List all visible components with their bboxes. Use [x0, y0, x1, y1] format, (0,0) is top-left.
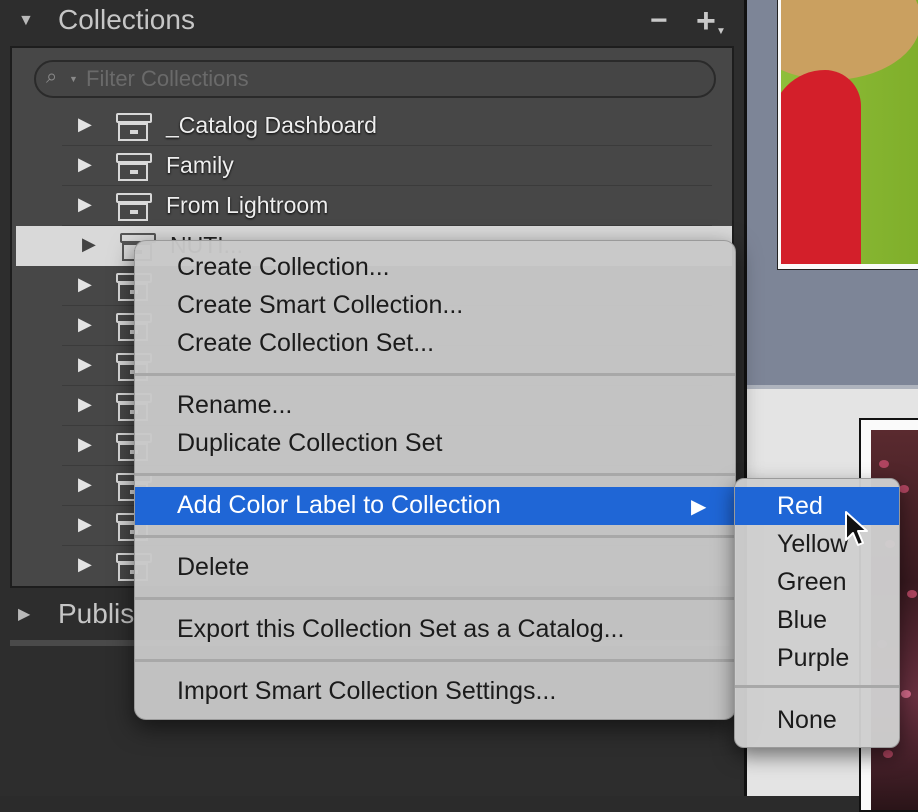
mouse-cursor-icon	[845, 511, 868, 546]
menu-item-label: Create Collection...	[177, 253, 390, 281]
menu-item-rename[interactable]: Rename...	[135, 387, 735, 425]
submenu-item-none[interactable]: None	[735, 701, 899, 739]
collection-set-icon	[116, 153, 152, 181]
menu-item-label: Export this Collection Set as a Catalog.…	[177, 615, 625, 643]
grid-separator	[747, 385, 918, 389]
menu-item-create-collection[interactable]: Create Collection...	[135, 249, 735, 287]
disclosure-triangle-icon[interactable]: ▶	[78, 154, 92, 175]
submenu-item-label: Yellow	[777, 530, 849, 558]
submenu-item-green[interactable]: Green	[735, 563, 899, 601]
color-label-submenu: Red Yellow Green Blue Purple None	[734, 478, 900, 748]
disclosure-triangle-icon[interactable]: ▶	[78, 474, 92, 495]
disclosure-triangle-icon[interactable]: ▶	[78, 514, 92, 535]
disclosure-triangle-icon[interactable]: ▶	[82, 234, 96, 255]
menu-item-create-smart-collection[interactable]: Create Smart Collection...	[135, 287, 735, 325]
collection-set-row[interactable]: ▶ From Lightroom	[12, 186, 732, 226]
menu-item-label: Create Collection Set...	[177, 329, 435, 357]
submenu-item-label: Purple	[777, 644, 850, 672]
submenu-arrow-icon: ▶	[691, 496, 707, 518]
menu-separator	[135, 597, 735, 600]
collections-header[interactable]: ▼ Collections − + ▼	[0, 0, 746, 46]
expand-triangle-icon[interactable]: ▶	[18, 604, 30, 624]
filter-collections-field[interactable]: ⌕ ▼	[34, 60, 716, 98]
submenu-item-label: Green	[777, 568, 847, 596]
submenu-item-blue[interactable]: Blue	[735, 601, 899, 639]
remove-collection-button[interactable]: −	[650, 4, 668, 38]
collection-set-row[interactable]: ▶ Family	[12, 146, 732, 186]
publish-services-title: Publis	[58, 598, 135, 629]
collection-set-label: _Catalog Dashboard	[166, 112, 377, 138]
disclosure-triangle-icon[interactable]: ▶	[78, 554, 92, 575]
menu-item-import-smart-collection-settings[interactable]: Import Smart Collection Settings...	[135, 673, 735, 711]
menu-item-label: Add Color Label to Collection	[177, 491, 501, 519]
collection-set-icon	[116, 113, 152, 141]
submenu-item-label: Blue	[777, 606, 828, 634]
menu-separator	[135, 373, 735, 376]
submenu-item-label: None	[777, 706, 837, 734]
collection-set-label: Family	[166, 152, 234, 178]
add-menu-caret-icon[interactable]: ▼	[716, 26, 726, 37]
menu-item-add-color-label[interactable]: Add Color Label to Collection ▶	[135, 487, 735, 525]
menu-separator	[135, 659, 735, 662]
disclosure-triangle-icon[interactable]: ▶	[78, 314, 92, 335]
collections-title: Collections	[58, 4, 195, 35]
menu-item-label: Duplicate Collection Set	[177, 429, 443, 457]
disclosure-triangle-icon[interactable]: ▶	[78, 434, 92, 455]
add-collection-button[interactable]: +	[696, 2, 716, 41]
menu-item-create-collection-set[interactable]: Create Collection Set...	[135, 325, 735, 363]
disclosure-triangle-icon[interactable]: ▶	[78, 194, 92, 215]
menu-item-label: Import Smart Collection Settings...	[177, 677, 557, 705]
menu-item-label: Create Smart Collection...	[177, 291, 464, 319]
disclosure-triangle-icon[interactable]: ▶	[78, 114, 92, 135]
menu-item-label: Rename...	[177, 391, 293, 419]
disclosure-triangle-icon[interactable]: ▶	[78, 354, 92, 375]
menu-item-label: Delete	[177, 553, 250, 581]
menu-separator	[135, 473, 735, 476]
submenu-item-yellow[interactable]: Yellow	[735, 525, 899, 563]
menu-item-duplicate-collection-set[interactable]: Duplicate Collection Set	[135, 425, 735, 463]
chevron-down-icon[interactable]: ▼	[69, 74, 78, 84]
submenu-separator	[735, 685, 899, 688]
menu-separator	[135, 535, 735, 538]
collection-set-icon	[116, 193, 152, 221]
filter-collections-input[interactable]	[84, 65, 688, 93]
collection-set-label: From Lightroom	[166, 192, 329, 218]
thumbnail-photo[interactable]	[781, 0, 918, 264]
search-icon[interactable]: ⌕	[46, 66, 57, 89]
submenu-item-red[interactable]: Red	[735, 487, 899, 525]
submenu-item-purple[interactable]: Purple	[735, 639, 899, 677]
disclosure-triangle-icon[interactable]: ▶	[78, 394, 92, 415]
context-menu: Create Collection... Create Smart Collec…	[134, 240, 736, 720]
collection-set-row[interactable]: ▶ _Catalog Dashboard	[12, 106, 732, 146]
menu-item-delete[interactable]: Delete	[135, 549, 735, 587]
collapse-triangle-icon[interactable]: ▼	[18, 12, 34, 30]
menu-item-export-as-catalog[interactable]: Export this Collection Set as a Catalog.…	[135, 611, 735, 649]
submenu-item-label: Red	[777, 492, 823, 520]
disclosure-triangle-icon[interactable]: ▶	[78, 274, 92, 295]
